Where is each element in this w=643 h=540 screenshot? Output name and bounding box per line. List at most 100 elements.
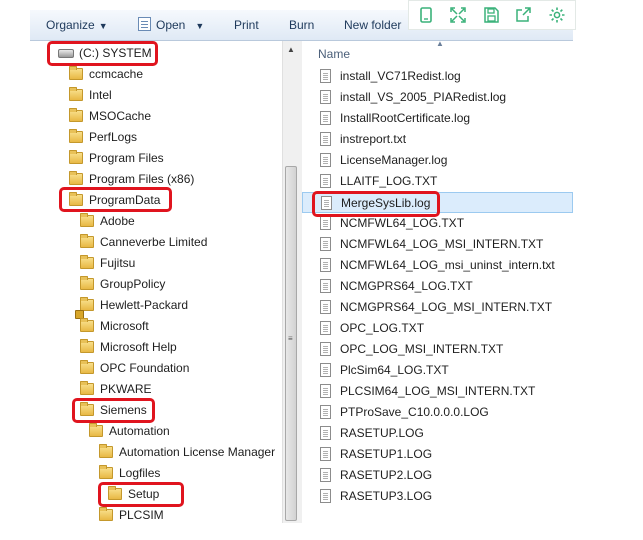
text-file-icon [320, 69, 331, 83]
text-file-icon [320, 216, 331, 230]
folder-icon [80, 360, 94, 374]
text-file-icon [320, 342, 331, 356]
folder-icon [69, 108, 83, 122]
tree-item-label: OPC Foundation [100, 361, 190, 375]
text-file-icon [320, 363, 331, 377]
file-row[interactable]: PLCSIM64_LOG_MSI_INTERN.TXT [302, 381, 573, 402]
burn-button[interactable]: Burn [289, 10, 314, 41]
tree-item[interactable]: GroupPolicy [80, 274, 165, 295]
file-row[interactable]: RASETUP1.LOG [302, 444, 573, 465]
file-row[interactable]: InstallRootCertificate.log [302, 108, 573, 129]
tree-item[interactable]: Adobe [80, 211, 135, 232]
tree-item[interactable]: Program Files [69, 148, 164, 169]
folder-icon [80, 318, 94, 332]
tree-item[interactable]: PKWARE [80, 379, 152, 400]
tree-item-label: PLCSIM [119, 508, 164, 522]
text-file-icon [320, 174, 331, 188]
file-name: RASETUP.LOG [340, 426, 424, 440]
file-row[interactable]: PlcSim64_LOG.TXT [302, 360, 573, 381]
file-row[interactable]: LicenseManager.log [302, 150, 573, 171]
folder-icon [99, 507, 113, 521]
organize-dropdown-icon: ▼ [98, 21, 108, 31]
tree-item[interactable]: Fujitsu [80, 253, 135, 274]
scroll-grip-icon: ≡ [288, 334, 293, 343]
folder-icon [80, 234, 94, 248]
folder-icon [99, 444, 113, 458]
file-row[interactable]: RASETUP.LOG [302, 423, 573, 444]
nav-scrollbar[interactable]: ▲ ≡ [282, 41, 299, 523]
folder-icon [89, 423, 103, 437]
text-file-icon [320, 153, 331, 167]
file-list-pane: Name ▲ install_VC71Redist.log install_VS_… [302, 41, 573, 523]
tree-item[interactable]: Logfiles [99, 463, 160, 484]
file-row[interactable]: install_VS_2005_PIARedist.log [302, 87, 573, 108]
file-row[interactable]: LLAITF_LOG.TXT [302, 171, 573, 192]
file-row[interactable]: instreport.txt [302, 129, 573, 150]
file-name: install_VC71Redist.log [340, 69, 461, 83]
text-file-icon [320, 279, 331, 293]
tree-item-label: Hewlett-Packard [100, 298, 189, 312]
tree-item[interactable]: ccmcache [69, 64, 143, 85]
highlight-programdata [59, 187, 172, 212]
highlight-mergesyslib [312, 191, 440, 217]
open-button[interactable]: Open ▼ [138, 10, 204, 41]
text-file-icon [320, 132, 331, 146]
print-button[interactable]: Print [234, 10, 259, 41]
file-name: PLCSIM64_LOG_MSI_INTERN.TXT [340, 384, 536, 398]
tree-item[interactable]: OPC Foundation [80, 358, 189, 379]
new-folder-button[interactable]: New folder [344, 10, 401, 41]
tree-item-label: Automation License Manager [119, 445, 276, 459]
file-row[interactable]: PTProSave_C10.0.0.0.LOG [302, 402, 573, 423]
save-icon[interactable] [482, 6, 500, 24]
tree-item-label: Logfiles [119, 466, 161, 480]
quick-action-bar [408, 0, 576, 30]
file-name: LicenseManager.log [340, 153, 448, 167]
tree-item[interactable]: PerfLogs [69, 127, 137, 148]
folder-icon [69, 129, 83, 143]
highlight-system-drive [47, 41, 158, 66]
tree-item-label: Microsoft [100, 319, 149, 333]
file-name: RASETUP2.LOG [340, 468, 433, 482]
file-row[interactable]: OPC_LOG_MSI_INTERN.TXT [302, 339, 573, 360]
folder-icon [69, 66, 83, 80]
organize-button[interactable]: Organize ▼ [46, 10, 108, 41]
print-label: Print [234, 18, 259, 32]
text-file-icon [320, 426, 331, 440]
tree-item[interactable]: MSOCache [69, 106, 151, 127]
file-row[interactable]: RASETUP2.LOG [302, 465, 573, 486]
tree-item[interactable]: Canneverbe Limited [80, 232, 207, 253]
phone-icon[interactable] [417, 6, 435, 24]
tree-item[interactable]: Hewlett-Packard [75, 295, 189, 319]
tree-item-label: MSOCache [89, 109, 152, 123]
navigation-pane: (C:) SYSTEM ccmcache Intel MSOCache PerfLogs… [30, 41, 299, 523]
folder-icon [80, 381, 94, 395]
name-column-header[interactable]: Name [318, 47, 350, 61]
file-row[interactable]: OPC_LOG.TXT [302, 318, 573, 339]
tree-item[interactable]: Intel [69, 85, 112, 106]
tree-item[interactable]: Automation License Manager [99, 442, 275, 463]
file-row[interactable]: NCMGPRS64_LOG_MSI_INTERN.TXT [302, 297, 573, 318]
tree-item[interactable]: Microsoft Help [80, 337, 177, 358]
folder-icon [69, 171, 83, 185]
file-row[interactable]: NCMFWL64_LOG_msi_uninst_intern.txt [302, 255, 573, 276]
file-row[interactable]: NCMFWL64_LOG_MSI_INTERN.TXT [302, 234, 573, 255]
tree-item[interactable]: Automation [89, 421, 170, 442]
text-file-icon [320, 405, 331, 419]
file-row[interactable]: install_VC71Redist.log [302, 66, 573, 87]
highlight-siemens [72, 398, 155, 423]
settings-icon[interactable] [548, 6, 566, 24]
open-document-icon [138, 17, 151, 31]
text-file-icon [320, 447, 331, 461]
tree-item-label: Automation [109, 424, 170, 438]
share-icon[interactable] [514, 6, 532, 24]
scroll-up-arrow-icon[interactable]: ▲ [287, 45, 295, 54]
file-name: OPC_LOG_MSI_INTERN.TXT [340, 342, 504, 356]
file-name: OPC_LOG.TXT [340, 321, 425, 335]
tree-item[interactable]: Microsoft [80, 316, 149, 337]
tree-item-label: Intel [89, 88, 112, 102]
expand-icon[interactable] [449, 6, 467, 24]
tree-item[interactable]: PLCSIM [99, 505, 164, 523]
scroll-thumb[interactable]: ≡ [285, 166, 297, 521]
file-row[interactable]: RASETUP3.LOG [302, 486, 573, 507]
file-row[interactable]: NCMGPRS64_LOG.TXT [302, 276, 573, 297]
